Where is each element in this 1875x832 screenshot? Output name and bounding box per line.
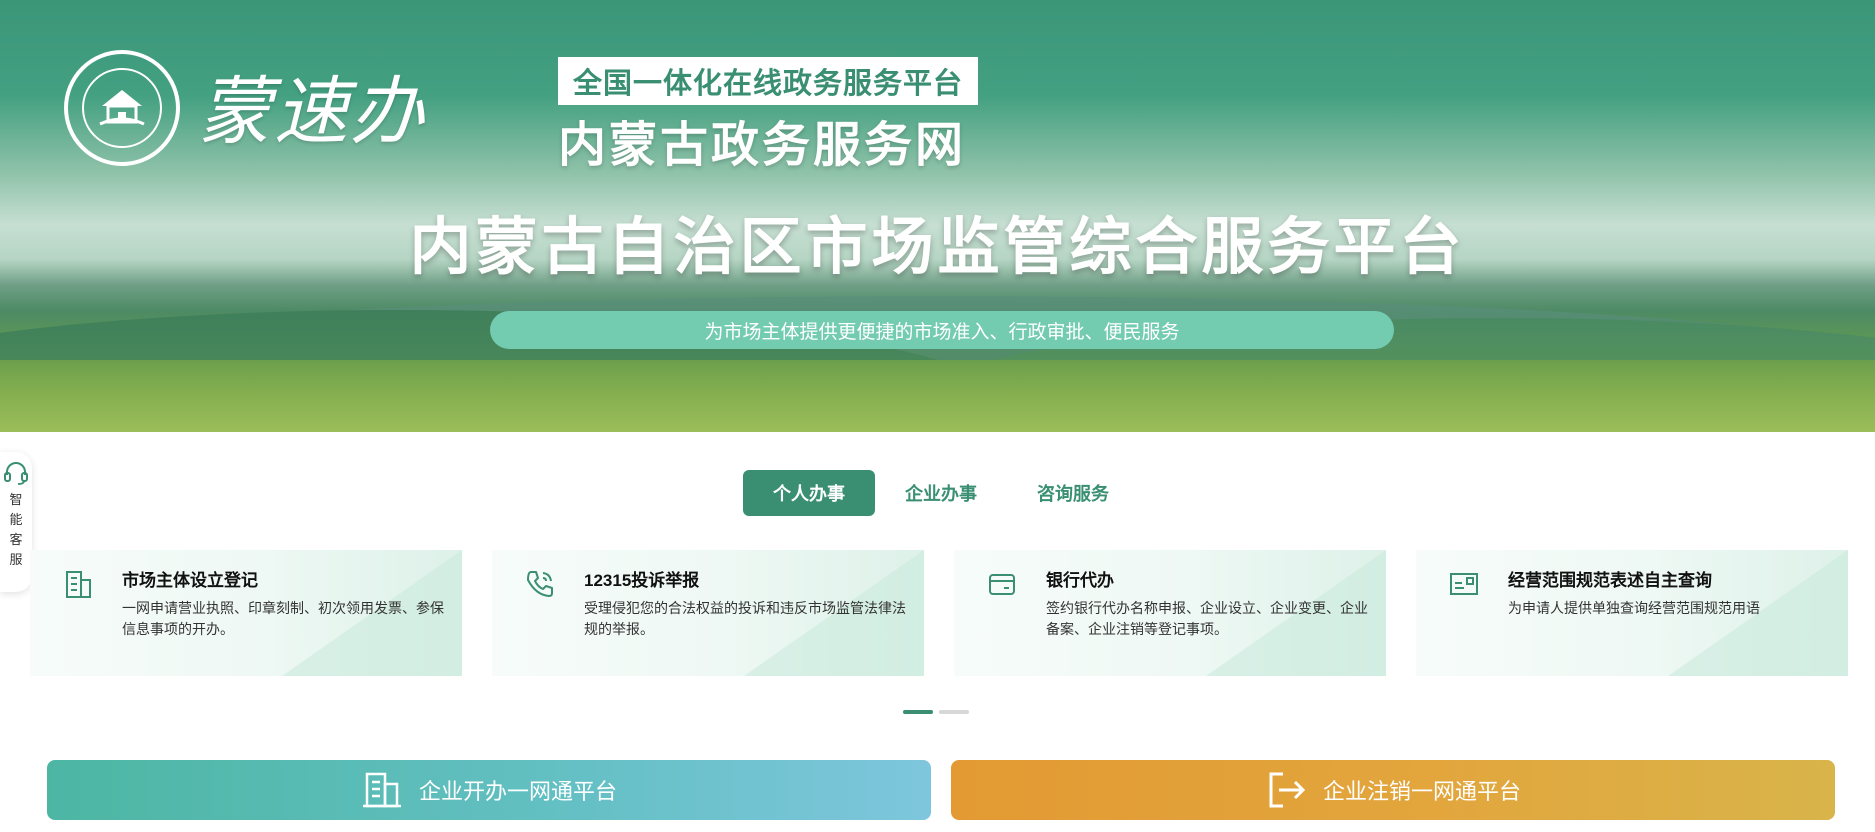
headset-icon [4,462,28,485]
phone-icon [527,571,553,597]
card-12315-complaint[interactable]: 12315投诉举报 受理侵犯您的合法权益的投诉和违反市场监管法律法规的举报。 [492,550,924,676]
card-title: 市场主体设立登记 [122,571,258,590]
card-bank-agency[interactable]: 银行代办 签约银行代办名称申报、企业设立、企业变更、企业备案、企业注销等登记事项… [954,550,1386,676]
building-icon [362,772,401,808]
tab-enterprise[interactable]: 企业办事 [875,470,1007,516]
card-title: 经营范围规范表述自主查询 [1508,571,1712,590]
national-platform-label: 全国一体化在线政务服务平台 [558,57,978,105]
enterprise-opening-platform-button[interactable]: 企业开办一网通平台 [47,760,931,820]
card-description: 为申请人提供单独查询经营范围规范用语 [1508,600,1760,616]
service-tabs: 个人办事 企业办事 咨询服务 [743,470,1139,516]
page-title: 内蒙古自治区市场监管综合服务平台 [409,213,1466,282]
card-title: 12315投诉举报 [584,571,700,590]
government-emblem-logo [64,50,180,166]
carousel-indicator [903,710,969,714]
brand-calligraphy: 蒙速办 [198,69,426,155]
exit-icon [1269,772,1306,808]
wallet-icon [989,574,1015,595]
card-market-entity-registration[interactable]: 市场主体设立登记 一网申请营业执照、印章刻制、初次领用发票、参保信息事项的开办。 [30,550,462,676]
button-label: 企业开办一网通平台 [418,779,617,804]
service-cards: 市场主体设立登记 一网申请营业执照、印章刻制、初次领用发票、参保信息事项的开办。… [30,550,1850,676]
card-description: 受理侵犯您的合法权益的投诉和违反市场监管法律法规的举报。 [584,600,906,637]
button-label: 企业注销一网通平台 [1322,779,1521,804]
enterprise-deregistration-platform-button[interactable]: 企业注销一网通平台 [951,760,1835,820]
slogan-banner: 为市场主体提供更便捷的市场准入、行政审批、便民服务 [490,311,1394,349]
id-card-icon [1450,573,1478,595]
card-description: 一网申请营业执照、印章刻制、初次领用发票、参保信息事项的开办。 [122,600,444,637]
header-banner: 蒙速办 全国一体化在线政务服务平台 内蒙古政务服务网 内蒙古自治区市场监管综合服… [0,0,1875,432]
carousel-dot-2[interactable] [939,710,969,714]
customer-service-label: 智能客服 [9,492,23,567]
grassland [0,360,1875,432]
smart-customer-service-button[interactable]: 智能客服 [0,452,32,592]
tab-consulting[interactable]: 咨询服务 [1007,470,1139,516]
card-business-scope-query[interactable]: 经营范围规范表述自主查询 为申请人提供单独查询经营范围规范用语 [1416,550,1848,676]
card-description: 签约银行代办名称申报、企业设立、企业变更、企业备案、企业注销等登记事项。 [1046,600,1368,637]
carousel-dot-1[interactable] [903,710,933,714]
card-title: 银行代办 [1046,571,1114,590]
site-name: 内蒙古政务服务网 [558,119,967,172]
tab-personal[interactable]: 个人办事 [743,470,875,516]
building-icon [66,571,91,598]
